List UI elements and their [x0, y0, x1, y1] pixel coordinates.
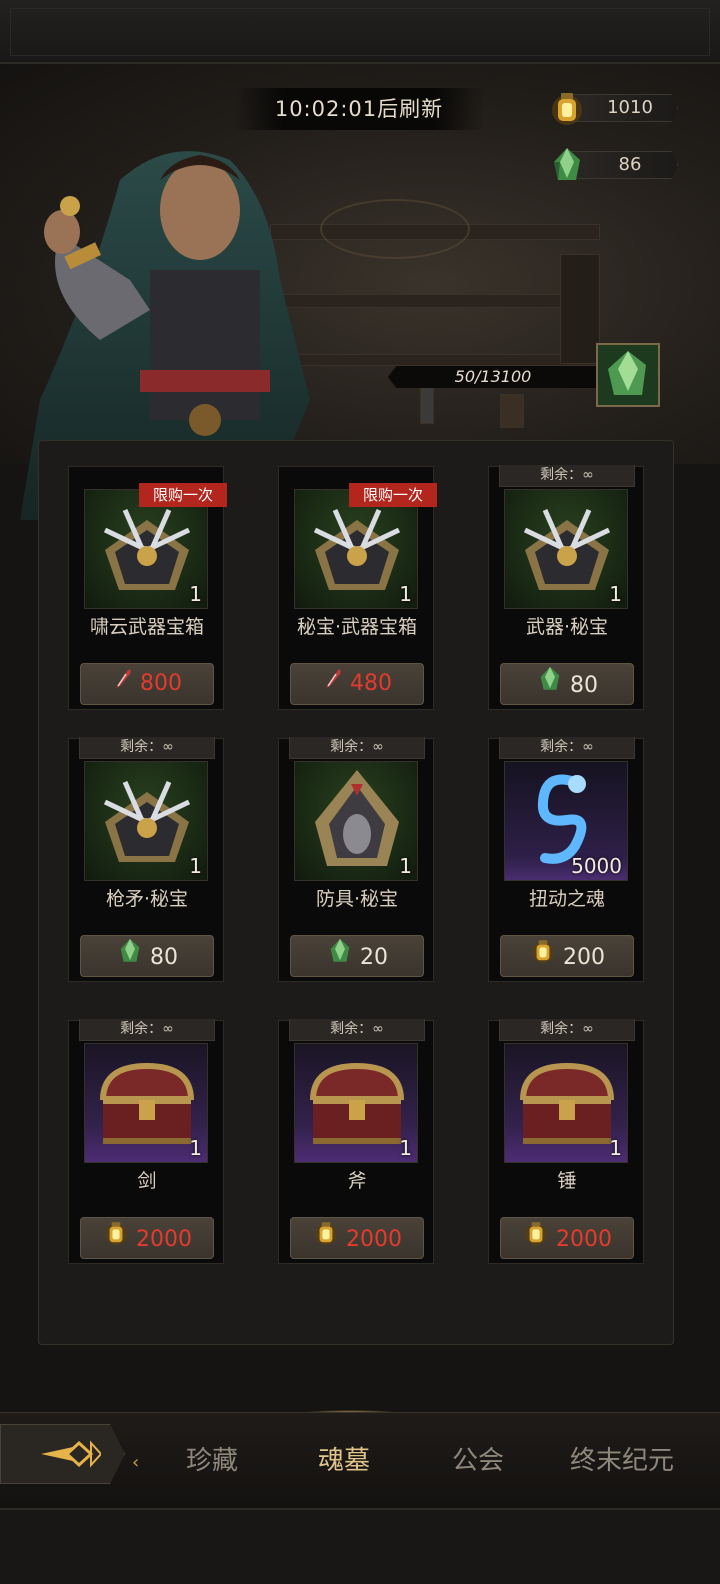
gold-lantern-icon: [312, 1218, 340, 1262]
weapon-chest-icon: 1: [84, 761, 208, 881]
buy-button[interactable]: 200: [500, 935, 634, 977]
item-name: 锤: [557, 1170, 577, 1192]
refresh-timer: 10:02:01后刷新: [234, 88, 484, 130]
top-frame: [0, 0, 720, 64]
green-crystal-icon: [554, 148, 580, 180]
remaining-stock: 剩余：∞: [79, 1019, 215, 1041]
green-crystal-icon: [608, 351, 646, 395]
item-price: 800: [140, 671, 182, 696]
green-crystal-icon: [326, 936, 354, 980]
item-quantity: 1: [609, 582, 622, 606]
item-quantity: 1: [189, 582, 202, 606]
gold-lantern-icon: [522, 1218, 550, 1262]
buy-button[interactable]: 80: [500, 663, 634, 705]
item-price: 80: [150, 945, 178, 970]
buy-button[interactable]: 2000: [500, 1217, 634, 1259]
armor-chest-icon: 1: [294, 761, 418, 881]
currency-gold: 1010: [548, 93, 678, 125]
red-feather-icon: [112, 664, 134, 704]
item-name: 枪矛·秘宝: [105, 888, 189, 910]
item-price: 2000: [346, 1227, 402, 1252]
weapon-chest-icon: 1: [504, 489, 628, 609]
buy-button[interactable]: 800: [80, 663, 214, 705]
item-quantity: 1: [609, 1136, 622, 1160]
tab-soul-tomb[interactable]: 魂墓: [318, 1440, 370, 1477]
treasure-chest-icon: 1: [294, 1043, 418, 1163]
item-name: 啸云武器宝箱: [89, 616, 204, 638]
green-crystal-icon: [116, 936, 144, 980]
shop-item-card[interactable]: 剩余：∞ 1 斧 2000: [278, 1019, 434, 1264]
weapon-chest-icon: 1: [84, 489, 208, 609]
shop-item-card[interactable]: 剩余：∞ 1 防具·秘宝 20: [278, 737, 434, 982]
item-name: 扭动之魂: [528, 888, 605, 910]
buy-button[interactable]: 80: [80, 935, 214, 977]
purchase-limit-badge: 限购一次: [349, 483, 437, 507]
item-name: 剑: [137, 1170, 157, 1192]
tab-guild[interactable]: 公会: [452, 1440, 504, 1477]
buy-button[interactable]: 480: [290, 663, 424, 705]
shop-item-card[interactable]: 剩余：∞ 1 枪矛·秘宝 80: [68, 737, 224, 982]
shop-item-card[interactable]: 剩余：∞ 1 剑 2000: [68, 1019, 224, 1264]
item-name: 秘宝·武器宝箱: [296, 616, 418, 638]
item-quantity: 5000: [571, 854, 622, 878]
back-arrow-icon: [41, 1440, 103, 1468]
shop-item-card[interactable]: 1 限购一次秘宝·武器宝箱 480: [278, 466, 437, 710]
shop-item-card[interactable]: 剩余：∞ 5000 扭动之魂 200: [488, 737, 644, 982]
treasure-chest-icon: 1: [84, 1043, 208, 1163]
tab-final-era[interactable]: 终末纪元: [570, 1440, 674, 1477]
soul-progress-bar: 50/13100: [388, 366, 598, 388]
item-price: 80: [570, 673, 598, 698]
scroll-left-icon[interactable]: ‹: [132, 1452, 139, 1473]
item-price: 2000: [556, 1227, 612, 1252]
item-price: 20: [360, 945, 388, 970]
gold-lantern-icon: [102, 1218, 130, 1262]
item-quantity: 1: [399, 854, 412, 878]
item-quantity: 1: [189, 854, 202, 878]
weapon-chest-icon: 1: [294, 489, 418, 609]
remaining-stock: 剩余：∞: [499, 1019, 635, 1041]
tab-collection[interactable]: 珍藏: [186, 1440, 238, 1477]
green-crystal-icon: [536, 664, 564, 708]
item-quantity: 1: [189, 1136, 202, 1160]
bottom-frame: [0, 1508, 720, 1584]
currency-crystal: 86: [548, 148, 678, 180]
gold-lantern-icon: [529, 936, 557, 980]
remaining-stock: 剩余：∞: [289, 737, 425, 759]
item-price: 200: [563, 945, 605, 970]
item-name: 斧: [347, 1170, 367, 1192]
purchase-limit-badge: 限购一次: [139, 483, 227, 507]
remaining-stock: 剩余：∞: [499, 737, 635, 759]
blue-soul-icon: 5000: [504, 761, 628, 881]
remaining-stock: 剩余：∞: [289, 1019, 425, 1041]
item-price: 480: [350, 671, 392, 696]
red-feather-icon: [322, 664, 344, 704]
item-name: 防具·秘宝: [315, 888, 399, 910]
treasure-chest-icon: 1: [504, 1043, 628, 1163]
shop-item-card[interactable]: 剩余：∞ 1 锤 2000: [488, 1019, 644, 1264]
buy-button[interactable]: 20: [290, 935, 424, 977]
back-button[interactable]: [0, 1424, 125, 1484]
soul-progress-crystal-slot[interactable]: [596, 343, 660, 407]
remaining-stock: 剩余：∞: [499, 465, 635, 487]
shop-item-card[interactable]: 剩余：∞ 1 武器·秘宝 80: [488, 465, 644, 710]
remaining-stock: 剩余：∞: [79, 737, 215, 759]
buy-button[interactable]: 2000: [290, 1217, 424, 1259]
gold-lantern-icon: [552, 93, 582, 125]
buy-button[interactable]: 2000: [80, 1217, 214, 1259]
shop-item-card[interactable]: 1 限购一次啸云武器宝箱 800: [68, 466, 227, 710]
item-quantity: 1: [399, 582, 412, 606]
item-price: 2000: [136, 1227, 192, 1252]
item-quantity: 1: [399, 1136, 412, 1160]
item-name: 武器·秘宝: [525, 616, 609, 638]
